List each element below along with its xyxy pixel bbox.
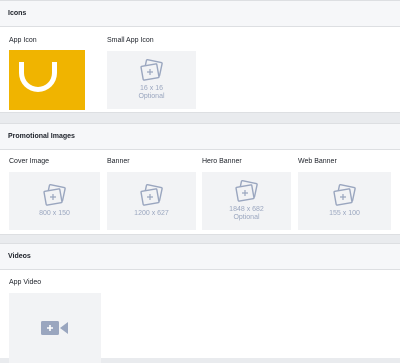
hero-banner-size: 1848 x 682	[229, 206, 264, 213]
icons-section: Icons App Icon Small App Icon 16 x 16 Op…	[0, 0, 400, 113]
app-icon-image[interactable]	[9, 50, 85, 110]
small-app-icon-size: 16 x 16	[140, 85, 163, 92]
cover-image-size: 800 x 150	[39, 210, 70, 217]
app-icon-label: App Icon	[9, 37, 37, 44]
cover-image-label: Cover Image	[9, 158, 50, 165]
photo-add-icon	[139, 184, 163, 206]
hero-banner-optional: Optional	[233, 214, 260, 221]
photo-add-icon	[139, 59, 163, 81]
banner-upload[interactable]: 1200 x 627	[107, 172, 196, 230]
video-add-icon	[41, 321, 68, 335]
cover-image-upload[interactable]: 800 x 150	[9, 172, 100, 230]
web-banner-label: Web Banner	[298, 158, 337, 165]
promotional-images-section: Promotional Images Cover Image 800 x 150…	[0, 123, 400, 235]
small-app-icon-upload[interactable]: 16 x 16 Optional	[107, 51, 196, 109]
shopping-bag-icon	[19, 62, 57, 92]
web-banner-upload[interactable]: 155 x 100	[298, 172, 391, 230]
small-app-icon-optional: Optional	[138, 93, 165, 100]
banner-label: Banner	[107, 158, 130, 165]
photo-add-icon	[332, 184, 356, 206]
videos-section: Videos App Video	[0, 243, 400, 363]
hero-banner-upload[interactable]: 1848 x 682 Optional	[202, 172, 291, 230]
app-video-label: App Video	[9, 279, 42, 286]
section-header-icons: Icons	[0, 1, 400, 27]
photo-add-icon	[42, 184, 66, 206]
section-header-videos: Videos	[0, 244, 400, 270]
section-header-promotional: Promotional Images	[0, 124, 400, 150]
photo-add-icon	[234, 180, 258, 202]
banner-size: 1200 x 627	[134, 210, 169, 217]
web-banner-size: 155 x 100	[329, 210, 360, 217]
hero-banner-label: Hero Banner	[202, 158, 242, 165]
small-app-icon-label: Small App Icon	[107, 37, 154, 44]
app-video-upload[interactable]	[9, 293, 101, 363]
